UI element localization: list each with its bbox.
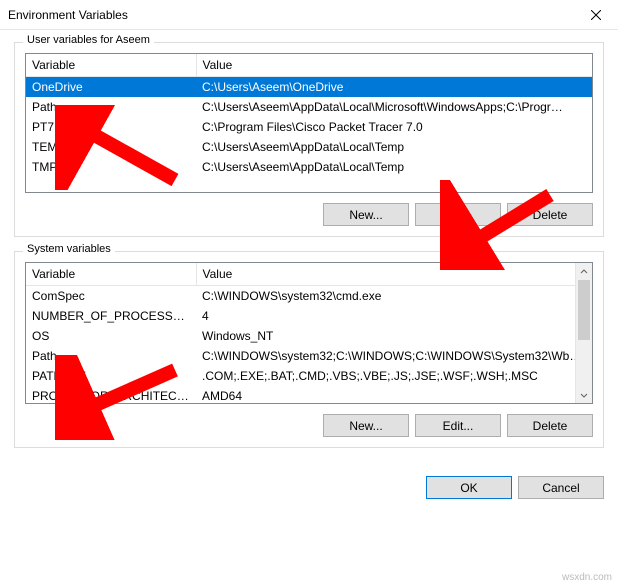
user-variables-table-wrap: Variable Value OneDriveC:\Users\Aseem\On… (25, 53, 593, 193)
variable-cell: OS (26, 326, 196, 346)
system-col-variable[interactable]: Variable (26, 263, 196, 286)
system-group-legend: System variables (23, 243, 115, 255)
user-variables-group: User variables for Aseem Variable Value … (14, 42, 604, 237)
variable-cell: Path (26, 97, 196, 117)
value-cell: AMD64 (196, 386, 592, 404)
variable-cell: Path (26, 346, 196, 366)
system-variables-table-wrap: Variable Value ComSpecC:\WINDOWS\system3… (25, 262, 593, 404)
variable-cell: PATHEXT (26, 366, 196, 386)
dialog-content: User variables for Aseem Variable Value … (0, 30, 618, 476)
system-new-button[interactable]: New... (323, 414, 409, 437)
titlebar: Environment Variables (0, 0, 618, 30)
ok-button[interactable]: OK (426, 476, 512, 499)
variable-cell: ComSpec (26, 286, 196, 307)
table-row[interactable]: OSWindows_NT (26, 326, 592, 346)
variable-cell: OneDrive (26, 77, 196, 98)
value-cell: C:\WINDOWS\system32\cmd.exe (196, 286, 592, 307)
close-button[interactable] (573, 0, 618, 30)
variable-cell: PT7HOME (26, 117, 196, 137)
system-variables-group: System variables Variable Value ComSpecC… (14, 251, 604, 448)
user-variables-table[interactable]: Variable Value OneDriveC:\Users\Aseem\On… (26, 54, 592, 177)
system-button-row: New... Edit... Delete (25, 414, 593, 437)
close-icon (591, 10, 601, 20)
table-row[interactable]: PT7HOMEC:\Program Files\Cisco Packet Tra… (26, 117, 592, 137)
value-cell: C:\Users\Aseem\AppData\Local\Microsoft\W… (196, 97, 592, 117)
value-cell: C:\Program Files\Cisco Packet Tracer 7.0 (196, 117, 592, 137)
user-new-button[interactable]: New... (323, 203, 409, 226)
user-delete-button[interactable]: Delete (507, 203, 593, 226)
table-row[interactable]: OneDriveC:\Users\Aseem\OneDrive (26, 77, 592, 98)
variable-cell: NUMBER_OF_PROCESSORS (26, 306, 196, 326)
variable-cell: PROCESSOR_ARCHITECTURE (26, 386, 196, 404)
system-scrollbar[interactable] (575, 263, 592, 403)
table-row[interactable]: TEMPC:\Users\Aseem\AppData\Local\Temp (26, 137, 592, 157)
value-cell: 4 (196, 306, 592, 326)
system-variables-table[interactable]: Variable Value ComSpecC:\WINDOWS\system3… (26, 263, 592, 404)
table-row[interactable]: ComSpecC:\WINDOWS\system32\cmd.exe (26, 286, 592, 307)
value-cell: C:\Users\Aseem\OneDrive (196, 77, 592, 98)
window-title: Environment Variables (8, 8, 128, 22)
watermark: wsxdn.com (562, 572, 612, 583)
scrollbar-up-arrow-icon[interactable] (576, 263, 592, 280)
user-edit-button[interactable]: Edit... (415, 203, 501, 226)
system-delete-button[interactable]: Delete (507, 414, 593, 437)
cancel-button[interactable]: Cancel (518, 476, 604, 499)
system-edit-button[interactable]: Edit... (415, 414, 501, 437)
table-row[interactable]: PROCESSOR_ARCHITECTUREAMD64 (26, 386, 592, 404)
table-row[interactable]: PathC:\Users\Aseem\AppData\Local\Microso… (26, 97, 592, 117)
table-row[interactable]: NUMBER_OF_PROCESSORS4 (26, 306, 592, 326)
value-cell: C:\Users\Aseem\AppData\Local\Temp (196, 157, 592, 177)
value-cell: Windows_NT (196, 326, 592, 346)
system-col-value[interactable]: Value (196, 263, 592, 286)
value-cell: C:\WINDOWS\system32;C:\WINDOWS;C:\WINDOW… (196, 346, 592, 366)
table-row[interactable]: PATHEXT.COM;.EXE;.BAT;.CMD;.VBS;.VBE;.JS… (26, 366, 592, 386)
user-col-variable[interactable]: Variable (26, 54, 196, 77)
user-group-legend: User variables for Aseem (23, 34, 154, 46)
scrollbar-thumb[interactable] (578, 280, 590, 340)
user-button-row: New... Edit... Delete (25, 203, 593, 226)
scrollbar-down-arrow-icon[interactable] (576, 386, 592, 403)
dialog-bottom-row: OK Cancel (0, 476, 618, 513)
value-cell: C:\Users\Aseem\AppData\Local\Temp (196, 137, 592, 157)
user-col-value[interactable]: Value (196, 54, 592, 77)
value-cell: .COM;.EXE;.BAT;.CMD;.VBS;.VBE;.JS;.JSE;.… (196, 366, 592, 386)
variable-cell: TEMP (26, 137, 196, 157)
variable-cell: TMP (26, 157, 196, 177)
table-row[interactable]: PathC:\WINDOWS\system32;C:\WINDOWS;C:\WI… (26, 346, 592, 366)
table-row[interactable]: TMPC:\Users\Aseem\AppData\Local\Temp (26, 157, 592, 177)
